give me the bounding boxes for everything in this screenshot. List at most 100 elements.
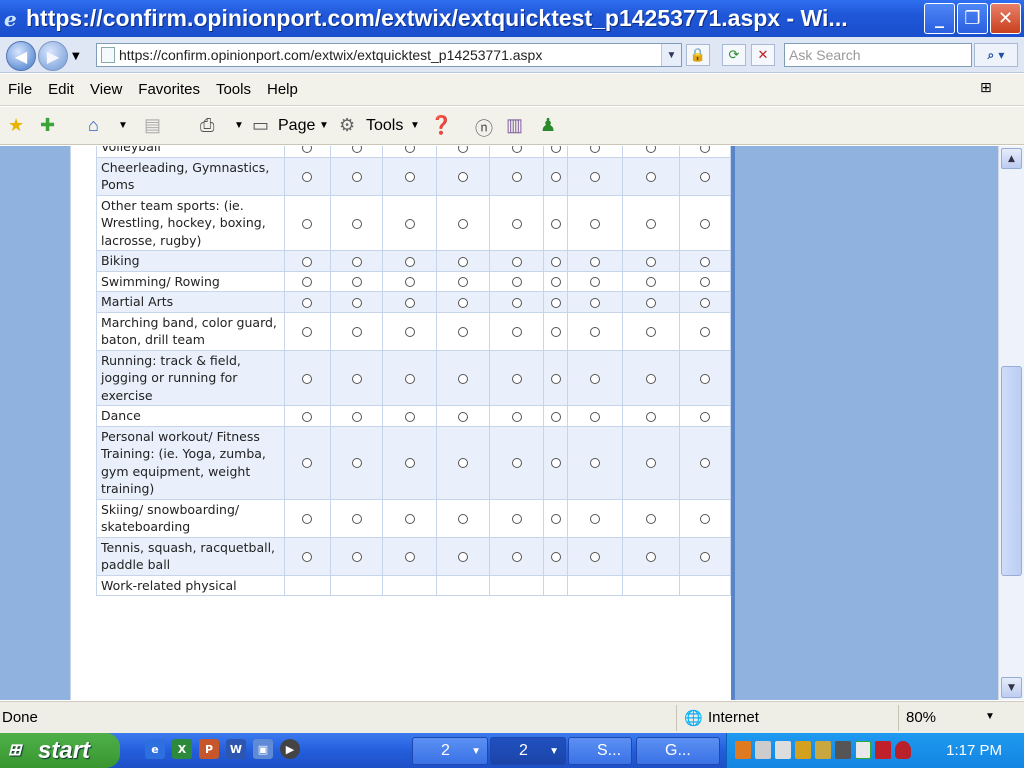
rating-radio[interactable] [404,297,415,308]
ie-quicklaunch-icon[interactable]: e [145,739,165,759]
tray-security-icon[interactable] [895,741,911,759]
home-icon[interactable]: ⌂ [88,115,99,136]
rating-radio[interactable] [404,373,415,384]
rating-radio[interactable] [351,411,362,422]
refresh-button[interactable]: ⟳ [722,44,746,66]
rating-radio[interactable] [511,277,522,287]
rating-radio[interactable] [646,373,657,384]
rating-radio[interactable] [700,373,711,384]
research-icon[interactable]: ⓝ [475,115,493,141]
print-icon[interactable]: ⎙ [200,115,214,136]
rating-radio[interactable] [550,551,561,562]
rating-radio[interactable] [458,411,469,422]
rating-radio[interactable] [646,513,657,524]
rating-radio[interactable] [458,513,469,524]
add-favorite-icon[interactable]: ✚ [40,115,55,136]
rating-radio[interactable] [458,256,469,267]
desktop-quicklaunch-icon[interactable]: ▣ [253,739,273,759]
rating-radio[interactable] [351,373,362,384]
forward-button[interactable]: ▶ [38,41,68,71]
rating-radio[interactable] [646,297,657,308]
rating-radio[interactable] [646,146,657,153]
rating-radio[interactable] [590,551,601,562]
task-group-3[interactable]: S... [568,737,632,765]
rating-radio[interactable] [550,411,561,422]
rating-radio[interactable] [700,256,711,267]
media-quicklaunch-icon[interactable]: ▶ [280,739,300,759]
rating-radio[interactable] [404,146,415,153]
rating-radio[interactable] [511,297,522,308]
favorites-star-icon[interactable]: ★ [8,115,24,136]
lock-icon[interactable]: 🔒 [686,44,710,66]
help-icon[interactable]: ❓ [430,115,452,136]
rating-radio[interactable] [646,277,657,287]
home-dropdown-icon[interactable]: ▼ [118,120,128,131]
tray-antivirus-icon[interactable] [835,741,851,759]
rating-radio[interactable] [458,218,469,229]
rating-radio[interactable] [351,146,362,153]
rating-radio[interactable] [511,513,522,524]
rating-radio[interactable] [302,146,313,153]
tools-dropdown-icon[interactable]: ▼ [410,120,420,131]
rating-radio[interactable] [550,146,561,153]
rating-radio[interactable] [550,326,561,337]
rating-radio[interactable] [302,297,313,308]
rating-radio[interactable] [646,218,657,229]
rating-radio[interactable] [302,458,313,469]
menu-help[interactable]: Help [267,81,298,98]
rating-radio[interactable] [351,297,362,308]
rating-radio[interactable] [550,256,561,267]
rating-radio[interactable] [590,277,601,287]
rating-radio[interactable] [700,458,711,469]
rating-radio[interactable] [511,551,522,562]
task-group-1[interactable]: 2 ▼ [412,737,488,765]
tray-lock-icon[interactable] [775,741,791,759]
task-group-4[interactable]: G... [636,737,720,765]
books-icon[interactable]: ▥ [506,115,523,136]
rating-radio[interactable] [351,513,362,524]
back-button[interactable]: ◀ [6,41,36,71]
rating-radio[interactable] [404,256,415,267]
page-menu[interactable]: Page [278,117,315,135]
rating-radio[interactable] [550,297,561,308]
rating-radio[interactable] [351,256,362,267]
rating-radio[interactable] [511,458,522,469]
tray-app-icon[interactable] [735,741,751,759]
scroll-down-arrow[interactable]: ▼ [1001,677,1022,698]
excel-quicklaunch-icon[interactable]: X [172,739,192,759]
rating-radio[interactable] [351,218,362,229]
rating-radio[interactable] [700,513,711,524]
rating-radio[interactable] [511,171,522,182]
close-button[interactable]: ✕ [990,3,1021,34]
rating-radio[interactable] [646,458,657,469]
start-button[interactable]: ⊞ start [0,733,120,768]
rating-radio[interactable] [646,326,657,337]
rating-radio[interactable] [511,218,522,229]
rating-radio[interactable] [646,551,657,562]
rating-radio[interactable] [700,277,711,287]
tray-user-icon[interactable] [795,741,811,759]
rating-radio[interactable] [458,551,469,562]
rating-radio[interactable] [700,297,711,308]
rating-radio[interactable] [458,458,469,469]
minimize-button[interactable]: _ [924,3,955,34]
menu-favorites[interactable]: Favorites [138,81,200,98]
rating-radio[interactable] [302,326,313,337]
zoom-level[interactable]: 80% [906,709,936,726]
rating-radio[interactable] [351,277,362,287]
rating-radio[interactable] [404,411,415,422]
address-dropdown-icon[interactable]: ▼ [661,44,681,66]
rating-radio[interactable] [511,256,522,267]
rating-radio[interactable] [404,218,415,229]
tray-vnc-icon[interactable] [855,741,871,759]
tray-n-icon[interactable] [875,741,891,759]
messenger-icon[interactable]: ♟ [540,115,556,136]
word-quicklaunch-icon[interactable]: W [226,739,246,759]
rating-radio[interactable] [550,277,561,287]
zoom-dropdown-icon[interactable]: ▼ [985,711,995,722]
rating-radio[interactable] [302,373,313,384]
rating-radio[interactable] [511,146,522,153]
rating-radio[interactable] [302,256,313,267]
rating-radio[interactable] [700,411,711,422]
rating-radio[interactable] [646,256,657,267]
